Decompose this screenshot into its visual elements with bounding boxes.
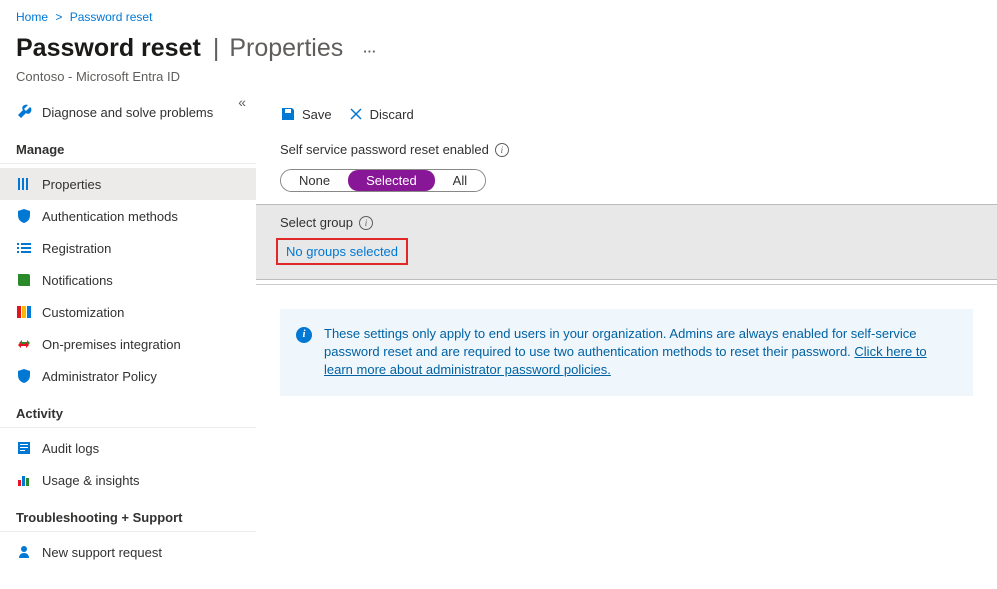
save-button-label: Save [302,107,332,122]
sspr-option-all[interactable]: All [435,170,485,191]
sidebar-item-onprem[interactable]: On-premises integration [0,328,256,360]
sidebar-item-label: Usage & insights [42,473,140,488]
sidebar-section-support: Troubleshooting + Support [0,496,256,532]
sidebar-item-admin-policy[interactable]: Administrator Policy [0,360,256,392]
sidebar-item-label: New support request [42,545,162,560]
support-icon [16,544,32,560]
sspr-option-none[interactable]: None [281,170,348,191]
sidebar-item-label: Properties [42,177,101,192]
more-actions-button[interactable]: ··· [363,44,376,59]
shield-icon [16,368,32,384]
sidebar-item-customization[interactable]: Customization [0,296,256,328]
discard-button[interactable]: Discard [348,106,414,122]
breadcrumb-separator: > [51,10,66,24]
title-separator: | [213,34,220,63]
log-icon [16,440,32,456]
properties-icon [16,176,32,192]
sspr-enabled-label-row: Self service password reset enabled i [256,136,997,167]
chart-icon [16,472,32,488]
info-callout: i These settings only apply to end users… [280,309,973,396]
shield-icon [16,208,32,224]
sidebar-item-usage[interactable]: Usage & insights [0,464,256,496]
breadcrumb-current[interactable]: Password reset [70,10,153,24]
sidebar-item-label: Diagnose and solve problems [42,105,213,120]
info-callout-body: These settings only apply to end users i… [324,325,957,380]
sidebar-item-label: Audit logs [42,441,99,456]
no-groups-selected-link[interactable]: No groups selected [286,244,398,259]
page-title: Password reset [16,34,201,63]
wrench-icon [16,104,32,120]
info-icon[interactable]: i [495,143,509,157]
page-header: Password reset | Properties ··· [0,28,997,69]
sidebar: « Diagnose and solve problems Manage Pro… [0,96,256,568]
sidebar-item-registration[interactable]: Registration [0,232,256,264]
breadcrumb: Home > Password reset [0,0,997,28]
discard-icon [348,106,364,122]
divider [256,284,997,285]
select-group-panel: Select group i No groups selected [256,204,997,280]
sidebar-item-label: Authentication methods [42,209,178,224]
palette-icon [16,304,32,320]
sidebar-item-label: Administrator Policy [42,369,157,384]
sidebar-item-notifications[interactable]: Notifications [0,264,256,296]
sspr-enabled-label: Self service password reset enabled [280,142,489,157]
sidebar-item-auth-methods[interactable]: Authentication methods [0,200,256,232]
book-icon [16,272,32,288]
checklist-icon [16,240,32,256]
sidebar-item-label: Notifications [42,273,113,288]
sidebar-section-manage: Manage [0,128,256,164]
info-callout-text: These settings only apply to end users i… [324,326,917,359]
sidebar-section-activity: Activity [0,392,256,428]
sidebar-item-audit-logs[interactable]: Audit logs [0,432,256,464]
sspr-segmented-control: None Selected All [280,169,486,192]
sspr-option-selected[interactable]: Selected [348,170,435,191]
select-group-label: Select group [280,215,353,230]
sidebar-item-diagnose[interactable]: Diagnose and solve problems [0,96,256,128]
no-groups-highlight: No groups selected [276,238,408,265]
page-section: Properties [229,34,343,63]
sidebar-item-new-support-request[interactable]: New support request [0,536,256,568]
sidebar-item-label: On-premises integration [42,337,181,352]
main-content: Save Discard Self service password reset… [256,96,997,568]
save-icon [280,106,296,122]
sidebar-item-label: Registration [42,241,111,256]
info-icon[interactable]: i [359,216,373,230]
select-group-label-row: Select group i [256,215,997,238]
sidebar-item-label: Customization [42,305,124,320]
toolbar: Save Discard [256,96,997,136]
discard-button-label: Discard [370,107,414,122]
page-subtitle: Contoso - Microsoft Entra ID [0,69,997,96]
sync-icon [16,336,32,352]
collapse-sidebar-button[interactable]: « [238,94,246,110]
sidebar-item-properties[interactable]: Properties [0,168,256,200]
breadcrumb-home[interactable]: Home [16,10,48,24]
save-button[interactable]: Save [280,106,332,122]
info-icon: i [296,327,312,343]
